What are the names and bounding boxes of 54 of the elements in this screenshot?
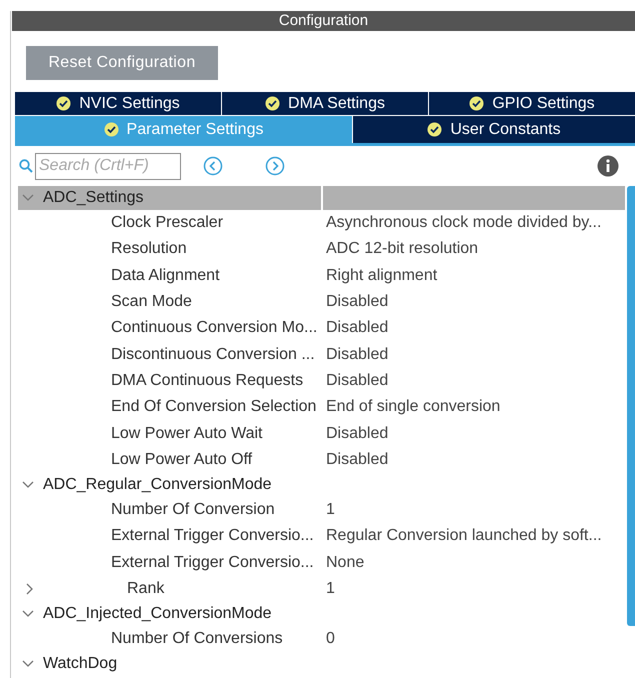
check-icon (56, 96, 72, 111)
parameter-value[interactable]: Disabled (326, 316, 388, 340)
window-title: Configuration (12, 11, 635, 31)
collapse-chevron-icon[interactable] (22, 610, 34, 618)
parameter-value[interactable]: 1 (326, 498, 335, 522)
parameter-name: Scan Mode (111, 292, 192, 312)
parameter-name: External Trigger Conversio... (111, 552, 314, 573)
tree-group-row[interactable]: WatchDog (18, 652, 625, 676)
parameter-name: Low Power Auto Off (111, 450, 252, 470)
parameter-name: Continuous Conversion Mo... (111, 318, 318, 338)
expand-chevron-icon[interactable] (26, 583, 34, 595)
parameter-value[interactable]: None (326, 550, 364, 575)
parameter-value[interactable]: End of single conversion (326, 395, 500, 420)
parameter-name: End Of Conversion Selection (111, 397, 316, 418)
next-icon[interactable] (265, 156, 285, 176)
tree-group-row[interactable]: ADC_Injected_ConversionMode (18, 602, 625, 626)
parameter-value[interactable]: 1 (326, 577, 335, 601)
parameter-value[interactable]: Asynchronous clock mode divided by... (326, 211, 602, 236)
check-icon (104, 122, 119, 137)
collapse-chevron-icon[interactable] (22, 480, 34, 489)
check-icon (427, 122, 442, 137)
parameter-value[interactable]: 0 (326, 627, 335, 652)
parameter-value[interactable]: Disabled (326, 448, 388, 472)
tree-group-row[interactable]: ADC_Regular_ConversionMode (18, 472, 625, 497)
settings-tab[interactable]: GPIO Settings (429, 92, 635, 115)
parameter-value[interactable]: ADC 12-bit resolution (326, 237, 478, 262)
settings-tab[interactable]: User Constants (353, 116, 635, 143)
check-icon (265, 96, 280, 111)
parameter-value[interactable]: Right alignment (326, 264, 438, 288)
parameter-value[interactable]: Disabled (326, 290, 388, 314)
parameter-name: Rank (127, 579, 164, 599)
search-field[interactable]: Search (Crtl+F) (35, 152, 181, 180)
parameter-value[interactable]: Disabled (326, 342, 388, 367)
parameter-name: DMA Continuous Requests (111, 370, 304, 391)
parameter-name: Number Of Conversion (111, 500, 275, 520)
parameter-value[interactable]: Disabled (326, 422, 388, 446)
parameter-value[interactable]: Regular Conversion launched by soft... (326, 524, 602, 548)
parameter-name: Number Of Conversions (111, 629, 283, 650)
parameter-value[interactable]: Disabled (326, 368, 388, 393)
collapse-chevron-icon[interactable] (22, 660, 34, 668)
parameter-name: External Trigger Conversio... (111, 526, 314, 546)
info-icon[interactable] (597, 155, 619, 177)
settings-tab[interactable]: NVIC Settings (15, 92, 221, 115)
parameter-name: Data Alignment (111, 266, 220, 286)
parameter-name: Resolution (111, 239, 187, 260)
parameter-name: Low Power Auto Wait (111, 424, 262, 444)
parameter-name: Clock Prescaler (111, 213, 224, 234)
settings-tab[interactable]: DMA Settings (222, 92, 428, 115)
search-icon (19, 159, 33, 173)
previous-icon[interactable] (203, 156, 223, 176)
check-icon (469, 96, 484, 111)
tree-group-row[interactable]: ADC_Settings (18, 186, 625, 210)
parameter-name: Discontinuous Conversion ... (111, 344, 315, 365)
scrollbar[interactable] (627, 186, 635, 626)
